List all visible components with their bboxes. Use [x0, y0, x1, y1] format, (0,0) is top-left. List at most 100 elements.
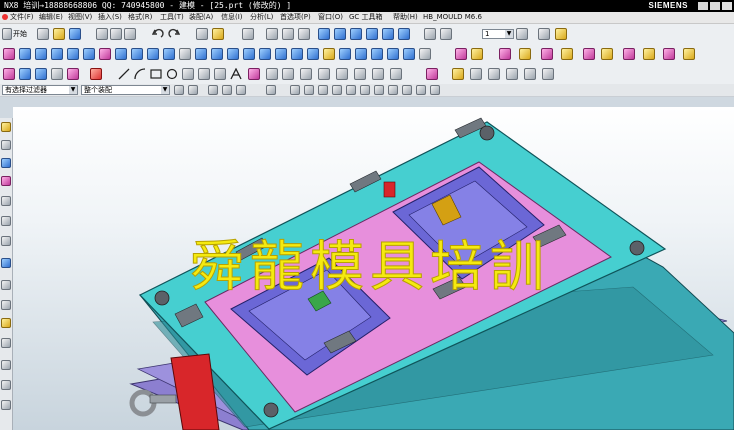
revolve-icon[interactable] [35, 48, 47, 60]
line-icon[interactable] [118, 68, 130, 80]
endpoint-snap-icon[interactable] [290, 85, 300, 95]
select-icon[interactable] [212, 28, 224, 40]
divide-curve-icon[interactable] [336, 68, 348, 80]
cylinder-icon[interactable] [67, 48, 79, 60]
menu-help[interactable]: 帮助(H) [393, 12, 418, 23]
app-icon[interactable] [2, 14, 8, 20]
assembly-navigator-icon[interactable] [1, 122, 11, 132]
menu-insert[interactable]: 插入(S) [98, 12, 122, 23]
zoom-icon[interactable] [266, 28, 278, 40]
constraint-navigator-icon[interactable] [1, 140, 11, 150]
intersect-icon[interactable] [131, 48, 143, 60]
wcs-save-icon[interactable] [542, 68, 554, 80]
intersection-snap-icon[interactable] [346, 85, 356, 95]
top-view-icon[interactable] [366, 28, 378, 40]
edit-curve-icon[interactable] [372, 68, 384, 80]
menu-file[interactable]: 文件(F) [10, 12, 34, 23]
filter-settings-icon[interactable] [174, 85, 184, 95]
mould-wizard-icon[interactable] [455, 48, 467, 60]
project-curve-icon[interactable] [214, 68, 226, 80]
start-menu-button[interactable]: 开始 [13, 29, 27, 39]
wcs-orient-icon[interactable] [488, 68, 500, 80]
extrude-icon[interactable] [19, 48, 31, 60]
unite-icon[interactable] [99, 48, 111, 60]
menu-preferences[interactable]: 首选项(P) [280, 12, 311, 23]
edge-blend-icon[interactable] [147, 48, 159, 60]
snap-off-icon[interactable] [430, 85, 440, 95]
swept-icon[interactable] [35, 68, 47, 80]
mould-cooling-icon[interactable] [623, 48, 635, 60]
datum-plane-icon[interactable] [291, 48, 303, 60]
rectangle-select-icon[interactable] [266, 85, 276, 95]
wcs-rotate-icon[interactable] [470, 68, 482, 80]
web-browser-icon[interactable] [1, 216, 11, 226]
circle-icon[interactable] [166, 68, 178, 80]
history-icon[interactable] [1, 236, 11, 246]
intersection-curve-icon[interactable] [248, 68, 260, 80]
mould-ejector-icon[interactable] [601, 48, 613, 60]
thread-icon[interactable] [323, 48, 335, 60]
menu-gc-toolbox[interactable]: GC 工具箱 [349, 12, 383, 23]
display-edges-icon[interactable] [440, 28, 452, 40]
new-file-icon[interactable] [37, 28, 49, 40]
point-on-curve-snap-icon[interactable] [318, 85, 328, 95]
draft-icon[interactable] [195, 48, 207, 60]
menu-assembly[interactable]: 装配(A) [189, 12, 213, 23]
work-layer-select[interactable]: 1 ▼ [482, 29, 514, 39]
point-on-face-snap-icon[interactable] [416, 85, 426, 95]
arc-center-snap-icon[interactable] [360, 85, 370, 95]
mould-core-icon[interactable] [499, 48, 511, 60]
wcs-origin-icon[interactable] [452, 68, 464, 80]
hole-icon[interactable] [83, 48, 95, 60]
feature-select-icon[interactable] [208, 85, 218, 95]
rotate-icon[interactable] [298, 28, 310, 40]
shaded-view-icon[interactable] [318, 28, 330, 40]
mirror-icon[interactable] [275, 48, 287, 60]
spline-icon[interactable] [182, 68, 194, 80]
system-materials-icon[interactable] [1, 318, 11, 328]
front-view-icon[interactable] [350, 28, 362, 40]
existing-point-snap-icon[interactable] [388, 85, 398, 95]
system-scenes-icon[interactable] [1, 338, 11, 348]
menu-hb-mould[interactable]: HB_MOULD M6.6 [423, 12, 482, 23]
control-point-snap-icon[interactable] [332, 85, 342, 95]
curve-length-icon[interactable] [354, 68, 366, 80]
pattern-icon[interactable] [259, 48, 271, 60]
erase-icon[interactable] [90, 68, 102, 80]
restore-icon[interactable] [710, 2, 720, 10]
menu-view[interactable]: 视图(V) [68, 12, 92, 23]
redo-icon[interactable] [168, 28, 181, 40]
join-curve-icon[interactable] [300, 68, 312, 80]
menu-information[interactable]: 信息(I) [221, 12, 243, 23]
cut-icon[interactable] [96, 28, 108, 40]
delete-face-icon[interactable] [371, 48, 383, 60]
shell-icon[interactable] [179, 48, 191, 60]
resize-face-icon[interactable] [387, 48, 399, 60]
offset-face-icon[interactable] [211, 48, 223, 60]
training-icon[interactable] [1, 400, 11, 410]
block-icon[interactable] [51, 48, 63, 60]
hd3d-tools-icon[interactable] [1, 196, 11, 206]
menu-analysis[interactable]: 分析(L) [250, 12, 273, 23]
menu-window[interactable]: 窗口(O) [318, 12, 343, 23]
body-select-icon[interactable] [236, 85, 246, 95]
replace-face-icon[interactable] [339, 48, 351, 60]
extract-curve-icon[interactable] [266, 68, 278, 80]
select-all-icon[interactable] [188, 85, 198, 95]
synchronous-icon[interactable] [419, 48, 431, 60]
trim-curve-icon[interactable] [318, 68, 330, 80]
repeat-command-icon[interactable] [196, 28, 208, 40]
curve-parameter-icon[interactable] [390, 68, 402, 80]
quadrant-snap-icon[interactable] [374, 85, 384, 95]
open-folder-icon[interactable] [53, 28, 65, 40]
arc-icon[interactable] [134, 68, 146, 80]
through-curves-icon[interactable] [19, 68, 31, 80]
copy-icon[interactable] [110, 28, 122, 40]
mould-base-icon[interactable] [561, 48, 573, 60]
isocline-icon[interactable] [426, 68, 438, 80]
selection-scope-select[interactable]: 整个装配 ▼ [81, 85, 170, 95]
layer-settings-icon[interactable] [516, 28, 528, 40]
roles-icon[interactable] [1, 300, 11, 310]
datum-axis-icon[interactable] [307, 48, 319, 60]
mould-insert-icon[interactable] [541, 48, 553, 60]
